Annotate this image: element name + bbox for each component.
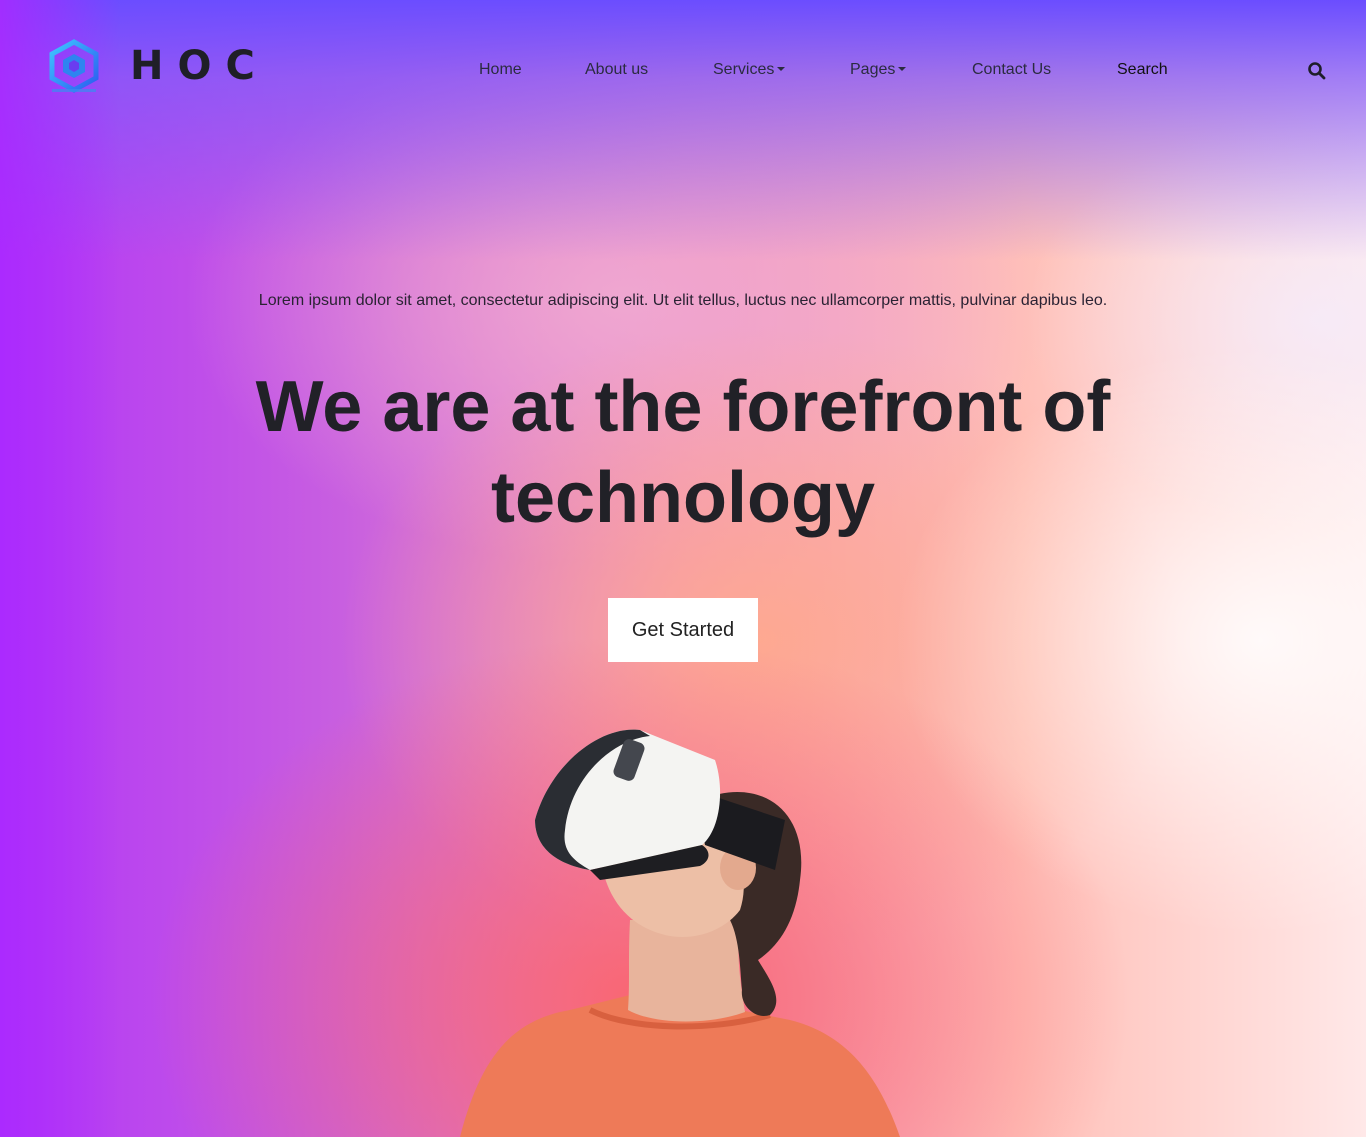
hexagon-logo-icon[interactable] bbox=[46, 38, 102, 94]
woman-vr-headset-image bbox=[460, 729, 900, 1137]
nav-services[interactable]: Services bbox=[713, 58, 786, 82]
caret-down-icon bbox=[898, 67, 907, 71]
hero-tagline: Lorem ipsum dolor sit amet, consectetur … bbox=[258, 292, 1108, 309]
nav-home-label: Home bbox=[479, 61, 522, 78]
nav-search[interactable]: Search bbox=[1117, 58, 1168, 82]
search-icon[interactable] bbox=[1306, 60, 1328, 82]
nav-search-label: Search bbox=[1117, 61, 1168, 78]
hero-headline: We are at the forefront of technology bbox=[255, 367, 1111, 538]
nav-about-us[interactable]: About us bbox=[585, 58, 648, 82]
nav-pages-label: Pages bbox=[850, 61, 896, 78]
nav-about-us-label: About us bbox=[585, 61, 649, 78]
nav-home[interactable]: Home bbox=[479, 58, 522, 82]
nav-pages[interactable]: Pages bbox=[850, 58, 907, 82]
brand-name[interactable]: HOC bbox=[130, 40, 269, 92]
caret-down-icon bbox=[777, 67, 786, 71]
site-header: HOC Home About us Services Pages Contact… bbox=[0, 0, 1366, 140]
nav-contact-us[interactable]: Contact Us bbox=[972, 58, 1051, 82]
nav-contact-us-label: Contact Us bbox=[972, 61, 1052, 78]
nav-services-label: Services bbox=[713, 61, 775, 78]
get-started-button[interactable]: Get Started bbox=[608, 598, 758, 662]
